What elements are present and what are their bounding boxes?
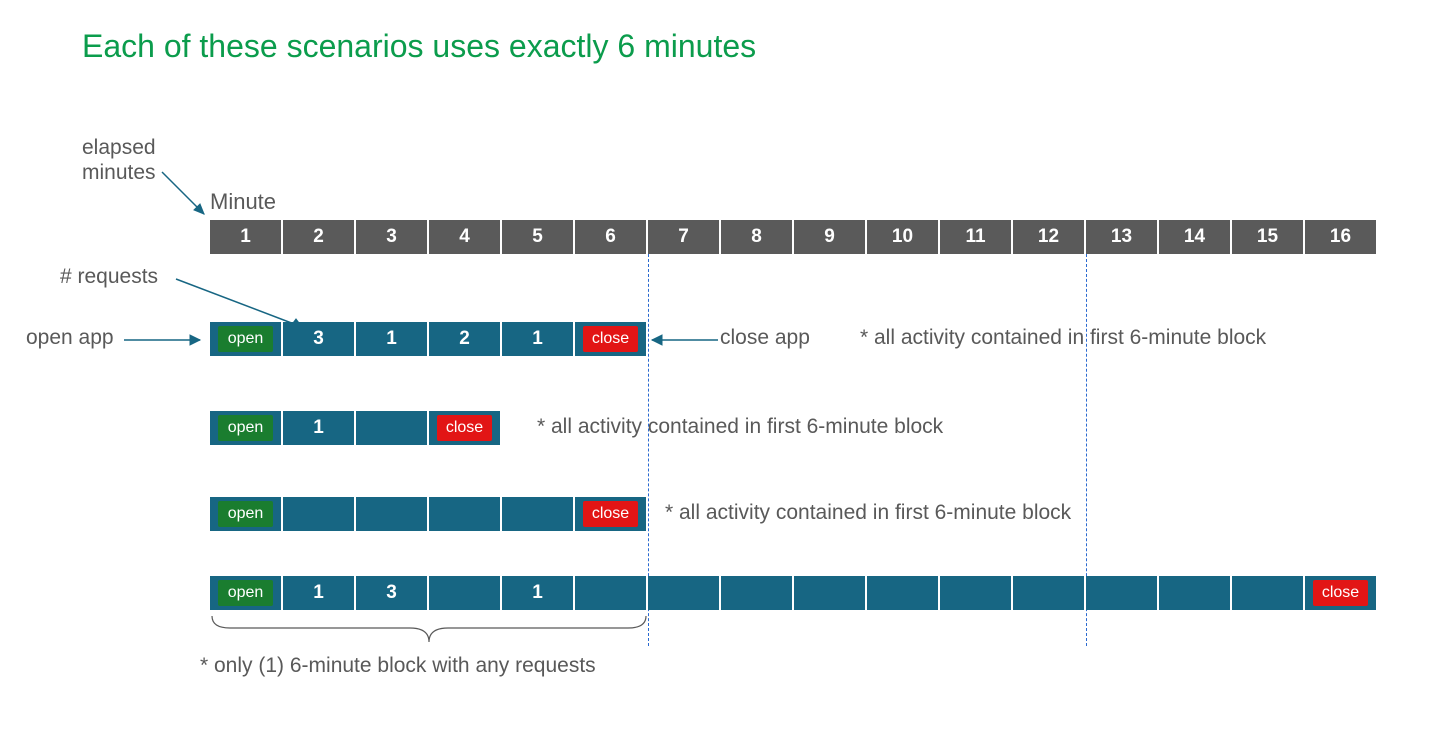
- timeline-cell: [1159, 576, 1230, 610]
- minute-header-cell: 9: [794, 220, 865, 254]
- open-badge: open: [218, 326, 273, 352]
- label-close-app: close app: [720, 326, 810, 350]
- label-elapsed-minutes: elapsed minutes: [82, 135, 156, 185]
- timeline-cell: [429, 576, 500, 610]
- timeline-cell: [721, 576, 792, 610]
- diagram-title: Each of these scenarios uses exactly 6 m…: [82, 28, 756, 65]
- timeline-cell: 3: [283, 322, 354, 356]
- note-scenario-2: * all activity contained in first 6-minu…: [537, 415, 943, 439]
- minute-header-cell: 1: [210, 220, 281, 254]
- minute-header-cell: 2: [283, 220, 354, 254]
- timeline-cell: 3: [356, 576, 427, 610]
- minute-header-cell: 4: [429, 220, 500, 254]
- timeline-cell: 1: [502, 322, 573, 356]
- timeline-cell: [867, 576, 938, 610]
- minute-header-cell: 13: [1086, 220, 1157, 254]
- timeline-cell: [1013, 576, 1084, 610]
- close-badge: close: [1313, 580, 1368, 606]
- note-scenario-3: * all activity contained in first 6-minu…: [665, 501, 1071, 525]
- open-badge: open: [218, 501, 273, 527]
- minute-header-cell: 8: [721, 220, 792, 254]
- timeline-cell: [356, 497, 427, 531]
- timeline-cell: [356, 411, 427, 445]
- timeline-cell: [429, 497, 500, 531]
- minute-header-cell: 3: [356, 220, 427, 254]
- label-number-requests: # requests: [60, 265, 158, 289]
- arrow-close-app: [640, 330, 720, 350]
- note-scenario-1: * all activity contained in first 6-minu…: [860, 326, 1266, 350]
- close-badge: close: [437, 415, 492, 441]
- minute-header-cell: 5: [502, 220, 573, 254]
- minute-header-cell: 7: [648, 220, 719, 254]
- close-badge: close: [583, 326, 638, 352]
- minute-header-cell: 14: [1159, 220, 1230, 254]
- timeline-cell: 1: [283, 411, 354, 445]
- timeline-cell: 1: [502, 576, 573, 610]
- timeline-cell: 1: [356, 322, 427, 356]
- timeline-cell: [575, 576, 646, 610]
- close-badge: close: [583, 501, 638, 527]
- label-minute-header: Minute: [210, 189, 276, 215]
- timeline-cell: [1086, 576, 1157, 610]
- timeline-cell: [1232, 576, 1303, 610]
- minute-header-cell: 10: [867, 220, 938, 254]
- timeline-cell: [502, 497, 573, 531]
- timeline-cell: [940, 576, 1011, 610]
- note-scenario-4: * only (1) 6-minute block with any reque…: [200, 654, 596, 678]
- open-badge: open: [218, 580, 273, 606]
- timeline-cell: [648, 576, 719, 610]
- minute-header-cell: 11: [940, 220, 1011, 254]
- timeline-cell: 2: [429, 322, 500, 356]
- curly-brace-icon: [210, 614, 648, 646]
- arrow-open-app: [122, 330, 212, 350]
- open-badge: open: [218, 415, 273, 441]
- label-open-app: open app: [26, 326, 114, 350]
- arrow-elapsed-minutes: [160, 170, 216, 226]
- timeline-cell: 1: [283, 576, 354, 610]
- timeline-cell: [794, 576, 865, 610]
- minute-header-cell: 16: [1305, 220, 1376, 254]
- minute-header-cell: 6: [575, 220, 646, 254]
- minute-header-cell: 12: [1013, 220, 1084, 254]
- timeline-cell: [283, 497, 354, 531]
- minute-header-cell: 15: [1232, 220, 1303, 254]
